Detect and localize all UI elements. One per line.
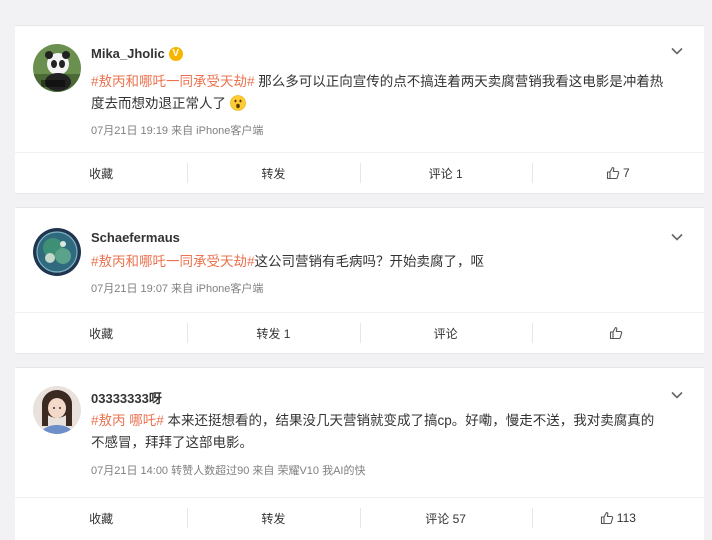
comment-label: 评论 1 [428,166,463,181]
repost-button[interactable]: 转发 [187,163,359,183]
like-button[interactable]: 113 [531,508,704,528]
avatar[interactable] [33,44,81,92]
collect-label: 收藏 [89,166,114,181]
action-bar: 收藏 转发 评论 57 113 [15,497,704,538]
username[interactable]: Schaefermaus [91,230,180,245]
like-button[interactable] [531,323,704,343]
avatar[interactable] [33,228,81,276]
hashtag-link[interactable]: #敖丙 哪吒# [91,413,164,428]
chevron-down-icon[interactable] [670,44,684,58]
action-bar: 收藏 转发 评论 1 7 [15,152,704,193]
post-card: Schaefermaus #敖丙和哪吒一同承受天劫#这公司营销有毛病吗？开始卖腐… [15,207,704,354]
action-bar: 收藏 转发 1 评论 [15,312,704,353]
repost-label: 转发 [261,511,286,526]
collect-label: 收藏 [89,511,114,526]
post-text: #敖丙和哪吒一同承受天劫# 那么多可以正向宣传的点不搞连着两天卖腐营销我看这电影… [91,71,664,115]
comment-label: 评论 [433,326,458,341]
comment-button[interactable]: 评论 [359,323,532,343]
like-button[interactable]: 7 [531,163,704,183]
username-text[interactable]: Mika_Jholic [91,46,165,61]
chevron-down-icon[interactable] [670,230,684,244]
comment-label: 评论 57 [425,511,466,526]
collect-button[interactable]: 收藏 [15,510,187,527]
like-count: 7 [623,166,630,180]
collect-label: 收藏 [89,326,114,341]
comment-button[interactable]: 评论 57 [359,508,532,528]
post-meta[interactable]: 07月21日 19:19 来自 iPhone客户端 [91,122,263,138]
collect-button[interactable]: 收藏 [15,165,187,182]
post-meta[interactable]: 07月21日 19:07 来自 iPhone客户端 [91,280,263,296]
thumbs-up-icon [606,166,620,180]
hashtag-link[interactable]: #敖丙和哪吒一同承受天劫# [91,74,255,89]
chevron-down-icon[interactable] [670,388,684,402]
username-text[interactable]: Schaefermaus [91,230,180,245]
thumbs-up-icon [610,326,623,340]
post-text: #敖丙 哪吒# 本来还挺想看的，结果没几天营销就变成了搞cp。好嘞，慢走不送，我… [91,410,664,454]
post-card: Mika_Jholic V #敖丙和哪吒一同承受天劫# 那么多可以正向宣传的点不… [15,25,704,194]
thumbs-up-icon [600,511,614,525]
repost-label: 转发 [261,166,286,181]
post-meta[interactable]: 07月21日 14:00 转赞人数超过90 来自 荣耀V10 我AI的快 [91,462,365,478]
like-count: 113 [616,511,636,525]
username-text[interactable]: 03333333呀 [91,388,162,407]
post-text: #敖丙和哪吒一同承受天劫#这公司营销有毛病吗？开始卖腐了，呕 [91,251,664,273]
surprised-emoji-icon [229,95,246,111]
hashtag-link[interactable]: #敖丙和哪吒一同承受天劫# [91,254,255,269]
comment-button[interactable]: 评论 1 [359,163,532,183]
post-body: 本来还挺想看的，结果没几天营销就变成了搞cp。好嘞，慢走不送，我对卖腐真的不感冒… [91,413,655,450]
username[interactable]: Mika_Jholic V [91,46,183,61]
avatar[interactable] [33,386,81,434]
post-card: 03333333呀 #敖丙 哪吒# 本来还挺想看的，结果没几天营销就变成了搞cp… [15,367,704,540]
repost-button[interactable]: 转发 1 [187,323,359,343]
repost-label: 转发 1 [256,326,291,341]
verified-badge-icon: V [168,46,183,61]
repost-button[interactable]: 转发 [187,508,359,528]
username[interactable]: 03333333呀 [91,388,162,407]
post-body: 这公司营销有毛病吗？开始卖腐了，呕 [254,254,485,269]
collect-button[interactable]: 收藏 [15,325,187,342]
